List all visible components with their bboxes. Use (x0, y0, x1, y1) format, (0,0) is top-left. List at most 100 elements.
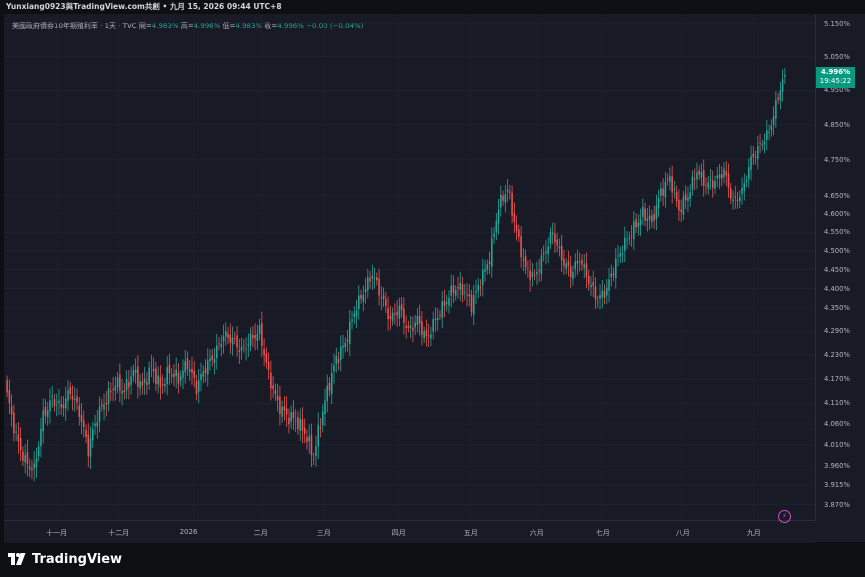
candle-body (741, 187, 743, 195)
candle-body (549, 232, 552, 244)
candle-body (330, 373, 333, 394)
candle-body (484, 269, 486, 272)
candle-body (696, 172, 698, 180)
candle-body (761, 144, 764, 146)
candle-body (306, 437, 308, 443)
candle-body (164, 383, 166, 387)
candle-body (116, 377, 119, 388)
candle-body (439, 314, 441, 316)
candle-body (10, 406, 13, 415)
candle-body (454, 289, 457, 296)
candle-body (130, 376, 132, 385)
candle-body (497, 209, 500, 224)
candle-body (82, 420, 85, 427)
candle-body (272, 385, 274, 390)
candle-body (775, 100, 777, 119)
candle-body (317, 424, 320, 447)
candle-body (565, 263, 567, 269)
candle-body (718, 174, 721, 179)
candle-body (240, 346, 243, 351)
candle-body (17, 434, 20, 442)
price-tick-label: 4.290% (824, 327, 850, 336)
candle-body (215, 345, 218, 359)
candle-body (587, 276, 590, 285)
candle-body (574, 261, 577, 270)
candle-body (157, 375, 159, 385)
candle-body (396, 311, 398, 316)
tradingview-logo[interactable]: TradingView (7, 550, 122, 568)
candle-body (522, 259, 525, 261)
price-tick-label: 4.550% (824, 228, 850, 237)
candle-body (502, 195, 504, 201)
candle-body (227, 333, 229, 338)
price-tick-label: 4.170% (824, 375, 850, 384)
price-tick-label: 3.915% (824, 481, 850, 490)
candle-body (218, 343, 220, 345)
candle-body (101, 404, 103, 407)
candle-body (601, 290, 604, 298)
candle-body (400, 304, 403, 310)
candle-body (134, 369, 137, 373)
candle-body (515, 224, 518, 232)
candle-body (373, 277, 376, 279)
lightning-icon[interactable]: ⚡ (778, 510, 791, 523)
candle-body (743, 183, 746, 191)
candle-body (53, 399, 56, 407)
candle-body (69, 387, 72, 394)
candle-body (229, 334, 232, 343)
candle-body (143, 378, 146, 383)
candle-body (423, 331, 425, 339)
tradingview-mark-icon (8, 553, 26, 565)
candle-body (628, 237, 631, 240)
candle-body (626, 239, 628, 241)
candle-body (26, 452, 29, 464)
time-tick-label: 十二月 (108, 529, 130, 537)
candle-body (285, 408, 288, 415)
candle-body (617, 255, 619, 257)
candle-body (414, 322, 416, 328)
candle-body (267, 361, 270, 370)
candle-body (64, 398, 67, 409)
candle-body (596, 301, 599, 303)
candle-body (680, 209, 682, 212)
candle-body (472, 295, 475, 315)
candle-body (646, 218, 649, 222)
candle-body (781, 79, 784, 92)
candle-body (495, 220, 498, 233)
candle-body (254, 335, 256, 339)
candle-body (612, 273, 615, 276)
candle-body (270, 372, 272, 389)
candle-body (132, 370, 135, 377)
chart-frame: Yunxiang0923與TradingView.com共創 • 九月 15, … (0, 0, 865, 577)
candle-body (461, 283, 464, 296)
candle-body (684, 193, 687, 201)
candle-body (202, 371, 205, 377)
candle-body (592, 282, 595, 286)
candle-body (200, 373, 202, 380)
candle-body (563, 259, 565, 266)
candle-body (371, 275, 374, 279)
candle-body (605, 287, 608, 296)
candle-body (504, 194, 507, 203)
price-tick-label: 4.750% (824, 155, 850, 164)
candle-body (585, 263, 588, 278)
candle-body (62, 404, 65, 409)
candle-body (211, 355, 214, 361)
candle-body (716, 175, 719, 179)
time-tick-label: 六月 (529, 529, 544, 537)
candle-body (76, 396, 78, 403)
candle-body (624, 237, 626, 251)
candle-body (441, 301, 444, 318)
candle-body (391, 312, 394, 321)
time-tick-label: 八月 (675, 529, 690, 537)
price-tick-label: 4.650% (824, 191, 850, 200)
candle-body (376, 277, 378, 281)
candle-body (231, 337, 234, 345)
candle-body (583, 264, 586, 268)
candle-body (107, 388, 110, 404)
time-tick-label: 2026 (179, 528, 198, 536)
candle-body (630, 235, 633, 237)
candle-body (299, 418, 301, 431)
candle-body (693, 178, 696, 180)
candle-body (13, 412, 15, 434)
